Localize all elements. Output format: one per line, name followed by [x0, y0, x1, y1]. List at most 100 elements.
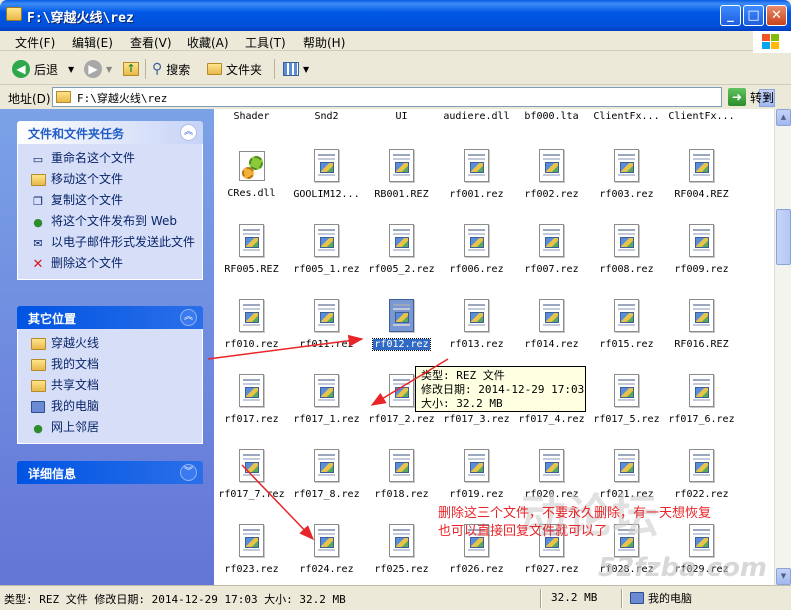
file-item[interactable]: audiere.dll	[439, 109, 514, 122]
file-item[interactable]: rf010.rez	[214, 299, 289, 350]
file-item[interactable]: RF016.REZ	[664, 299, 739, 350]
collapse-icon[interactable]: ︽	[180, 124, 197, 141]
folder-icon	[56, 91, 71, 103]
file-item[interactable]: rf002.rez	[514, 149, 589, 200]
scroll-up-button[interactable]: ▲	[776, 109, 791, 126]
menu-edit[interactable]: 编辑(E)	[72, 34, 113, 51]
file-item[interactable]: rf022.rez	[664, 449, 739, 500]
maximize-button[interactable]: □	[743, 5, 764, 26]
menu-view[interactable]: 查看(V)	[130, 34, 172, 51]
annotation-note: 删除这三个文件，不要永久删除，有一天想恢复 也可以直接回复文件就可以了	[438, 505, 788, 541]
file-item[interactable]: rf025.rez	[364, 524, 439, 575]
views-button[interactable]: ▼	[283, 59, 309, 79]
file-item[interactable]: rf017_8.rez	[289, 449, 364, 500]
minimize-button[interactable]: _	[720, 5, 741, 26]
file-item[interactable]: rf008.rez	[589, 224, 664, 275]
chevron-down-icon: ▼	[303, 64, 310, 74]
file-name: rf017_6.rez	[668, 414, 735, 425]
menu-tools[interactable]: 工具(T)	[245, 34, 286, 51]
file-item[interactable]: rf006.rez	[439, 224, 514, 275]
file-item[interactable]: Shader	[214, 109, 289, 122]
file-tasks-header[interactable]: 文件和文件夹任务 ︽	[17, 121, 203, 144]
file-item[interactable]: rf017_1.rez	[289, 374, 364, 425]
task-publish-web[interactable]: ● 将这个文件发布到 Web	[30, 215, 196, 229]
menu-file[interactable]: 文件(F)	[15, 34, 55, 51]
menu-help[interactable]: 帮助(H)	[303, 34, 345, 51]
file-item[interactable]: UI	[364, 109, 439, 122]
rez-file-icon	[389, 524, 414, 557]
toolbar: ◀ 后退 ▼ ▶ ▼ ↑ ⚲ 搜索 文件夹 ▼	[0, 53, 791, 85]
menu-favorites[interactable]: 收藏(A)	[187, 34, 229, 51]
back-button[interactable]: ◀ 后退 ▼	[12, 59, 74, 79]
expand-icon[interactable]: ︾	[180, 464, 197, 481]
move-icon	[30, 173, 46, 187]
file-item[interactable]: rf017_6.rez	[664, 374, 739, 425]
go-button[interactable]: ➜ 转到	[728, 87, 774, 107]
file-item[interactable]: rf018.rez	[364, 449, 439, 500]
forward-button[interactable]: ▶ ▼	[84, 59, 112, 79]
file-item[interactable]: rf003.rez	[589, 149, 664, 200]
file-item[interactable]: rf007.rez	[514, 224, 589, 275]
search-button[interactable]: ⚲ 搜索	[152, 59, 190, 79]
place-my-computer[interactable]: 我的电脑	[30, 400, 196, 414]
file-item[interactable]: RB001.REZ	[364, 149, 439, 200]
other-places-header[interactable]: 其它位置 ︽	[17, 306, 203, 329]
up-folder-button[interactable]: ↑	[123, 59, 139, 79]
file-item[interactable]: ClientFx...	[664, 109, 739, 122]
file-item[interactable]: CRes.dll	[214, 149, 289, 199]
file-item[interactable]: rf017_5.rez	[589, 374, 664, 425]
file-item[interactable]: bf000.lta	[514, 109, 589, 122]
collapse-icon[interactable]: ︽	[180, 309, 197, 326]
task-move[interactable]: 移动这个文件	[30, 173, 196, 187]
file-item[interactable]: RF004.REZ	[664, 149, 739, 200]
file-item[interactable]: GOOLIM12...	[289, 149, 364, 200]
file-item[interactable]: rf001.rez	[439, 149, 514, 200]
file-item[interactable]: Snd2	[289, 109, 364, 122]
file-item[interactable]: rf012.rez	[364, 299, 439, 351]
scroll-thumb[interactable]	[776, 209, 791, 265]
rez-file-icon	[614, 224, 639, 257]
file-item[interactable]: rf005_2.rez	[364, 224, 439, 275]
folders-button[interactable]: 文件夹	[207, 59, 262, 79]
file-item[interactable]: rf011.rez	[289, 299, 364, 350]
address-bar: 地址(D) F:\穿越火线\rez ▼ ➜ 转到	[0, 86, 791, 109]
tooltip-size: 大小: 32.2 MB	[421, 397, 503, 410]
file-item[interactable]: rf014.rez	[514, 299, 589, 350]
file-item[interactable]: rf013.rez	[439, 299, 514, 350]
task-delete[interactable]: ✕ 删除这个文件	[30, 257, 196, 271]
close-button[interactable]: ✕	[766, 5, 787, 26]
file-name: rf013.rez	[449, 339, 504, 350]
task-rename[interactable]: ▭ 重命名这个文件	[30, 152, 196, 166]
go-arrow-icon: ➜	[728, 88, 746, 106]
place-chuanyue[interactable]: 穿越火线	[30, 337, 196, 351]
file-name: rf017_2.rez	[368, 414, 435, 425]
rez-file-icon	[614, 374, 639, 407]
place-shared-documents[interactable]: 共享文档	[30, 379, 196, 393]
file-item[interactable]: rf020.rez	[514, 449, 589, 500]
place-my-documents[interactable]: 我的文档	[30, 358, 196, 372]
file-item[interactable]: rf024.rez	[289, 524, 364, 575]
file-name: bf000.lta	[524, 111, 579, 122]
details-title: 详细信息	[28, 467, 77, 481]
file-name: rf007.rez	[524, 264, 579, 275]
task-email[interactable]: ✉ 以电子邮件形式发送此文件	[30, 236, 196, 250]
details-header[interactable]: 详细信息 ︾	[17, 461, 203, 484]
file-item[interactable]: rf023.rez	[214, 524, 289, 575]
file-item[interactable]: ClientFx...	[589, 109, 664, 122]
rez-file-icon	[464, 224, 489, 257]
file-item[interactable]: rf019.rez	[439, 449, 514, 500]
file-item[interactable]: rf015.rez	[589, 299, 664, 350]
file-item[interactable]: rf021.rez	[589, 449, 664, 500]
scroll-down-button[interactable]: ▼	[776, 568, 791, 585]
file-item[interactable]: RF005.REZ	[214, 224, 289, 275]
rez-file-icon	[464, 299, 489, 332]
task-copy[interactable]: ❐ 复制这个文件	[30, 194, 196, 208]
place-network[interactable]: ● 网上邻居	[30, 421, 196, 435]
file-item[interactable]: rf017.rez	[214, 374, 289, 425]
file-item[interactable]: rf017_7.rez	[214, 449, 289, 500]
place-label: 我的文档	[51, 357, 100, 371]
title-bar[interactable]: F:\穿越火线\rez _ □ ✕	[0, 0, 791, 31]
file-item[interactable]: rf009.rez	[664, 224, 739, 275]
address-input[interactable]: F:\穿越火线\rez ▼	[52, 87, 775, 107]
file-item[interactable]: rf005_1.rez	[289, 224, 364, 275]
